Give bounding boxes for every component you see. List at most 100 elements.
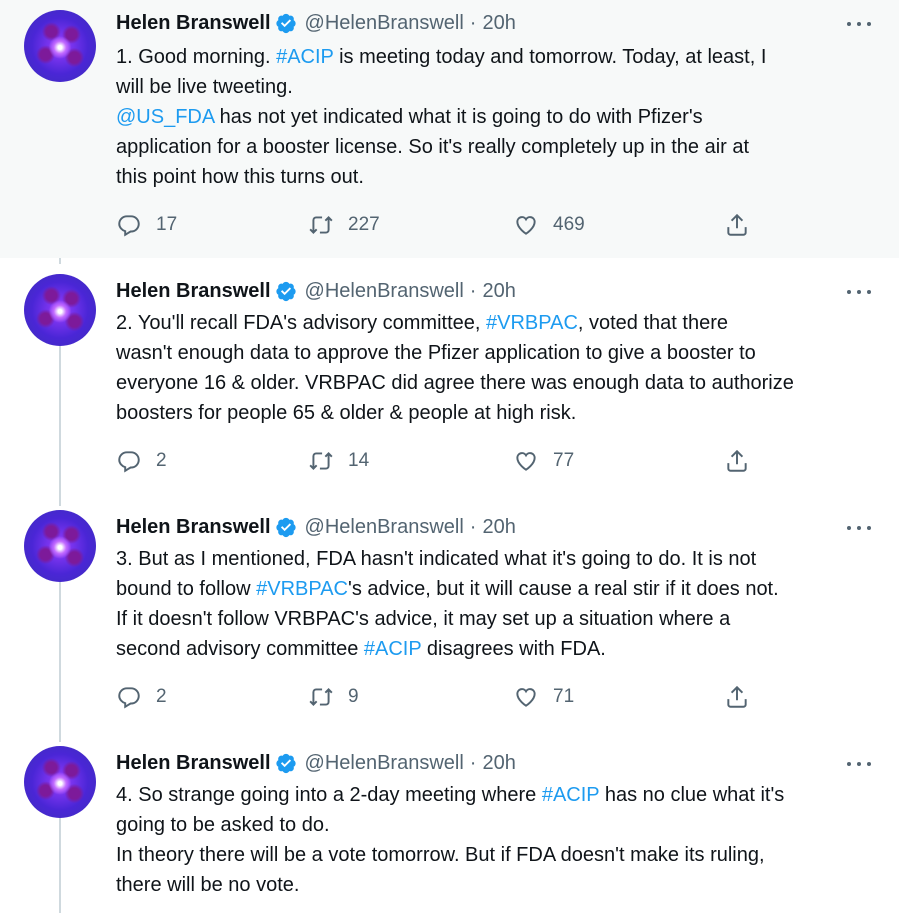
share-button[interactable] bbox=[724, 445, 750, 477]
author-handle[interactable]: @HelenBranswell bbox=[305, 516, 464, 539]
hashtag-link[interactable]: #VRBPAC bbox=[486, 312, 578, 334]
verified-badge-icon bbox=[275, 281, 296, 302]
share-button[interactable] bbox=[724, 681, 750, 713]
tweet-text-line: @US_FDA has not yet indicated what it is… bbox=[116, 102, 876, 132]
text-segment: boosters for people 65 & older & people … bbox=[116, 402, 577, 424]
author-handle[interactable]: @HelenBranswell bbox=[305, 12, 464, 35]
avatar[interactable] bbox=[24, 274, 96, 346]
text-segment: , voted that there bbox=[577, 312, 728, 334]
tweet-actions: 17 227 469 bbox=[116, 209, 776, 241]
hashtag-link[interactable]: #VRBPAC bbox=[256, 578, 348, 600]
tweet-text-line: In theory there will be a vote tomorrow.… bbox=[116, 840, 876, 870]
avatar[interactable] bbox=[24, 10, 96, 82]
text-segment: everyone 16 & older. VRBPAC did agree th… bbox=[116, 372, 794, 394]
tweet-text-line: 4. So strange going into a 2-day meeting… bbox=[116, 780, 876, 810]
text-segment: 4. So strange going into a 2-day meeting… bbox=[116, 784, 542, 806]
hashtag-link[interactable]: #ACIP bbox=[364, 638, 421, 660]
tweet-text-line: bound to follow #VRBPAC's advice, but it… bbox=[116, 574, 876, 604]
text-segment: bound to follow bbox=[116, 578, 257, 600]
author-handle[interactable]: @HelenBranswell bbox=[305, 752, 464, 775]
separator-dot: · bbox=[469, 11, 477, 34]
avatar[interactable] bbox=[24, 746, 96, 818]
more-icon[interactable] bbox=[847, 16, 871, 32]
author-name[interactable]: Helen Branswell bbox=[116, 752, 271, 775]
text-segment: 2. You'll recall FDA's advisory committe… bbox=[116, 312, 486, 334]
reply-count: 17 bbox=[156, 214, 178, 235]
reply-button[interactable]: 2 bbox=[116, 681, 167, 713]
text-segment: this point how this turns out. bbox=[116, 166, 364, 188]
tweet-actions: 2 9 71 bbox=[116, 681, 776, 713]
more-icon[interactable] bbox=[847, 756, 871, 772]
retweet-button[interactable]: 227 bbox=[308, 209, 380, 241]
tweet[interactable]: Helen Branswell @HelenBranswell · 20h 3.… bbox=[0, 494, 899, 730]
tweet-text-line: going to be asked to do. bbox=[116, 810, 876, 840]
share-icon bbox=[727, 685, 747, 708]
text-segment: wasn't enough data to approve the Pfizer… bbox=[116, 342, 756, 364]
reply-button[interactable]: 2 bbox=[116, 445, 167, 477]
tweet-header: Helen Branswell @HelenBranswell · 20h bbox=[116, 748, 516, 778]
tweet-header: Helen Branswell @HelenBranswell · 20h bbox=[116, 512, 516, 542]
tweet-header: Helen Branswell @HelenBranswell · 20h bbox=[116, 276, 516, 306]
retweet-button[interactable]: 14 bbox=[308, 445, 369, 477]
tweet-timestamp[interactable]: 20h bbox=[482, 516, 515, 539]
like-button[interactable]: 469 bbox=[513, 209, 585, 241]
avatar[interactable] bbox=[24, 510, 96, 582]
text-segment: 's advice, but it will cause a real stir… bbox=[348, 578, 779, 600]
like-count: 71 bbox=[553, 686, 575, 707]
like-icon bbox=[516, 452, 536, 471]
text-segment: second advisory committee bbox=[116, 638, 364, 660]
text-segment: 1. Good morning. bbox=[116, 46, 277, 68]
tweet-text-line: boosters for people 65 & older & people … bbox=[116, 398, 876, 428]
retweet-button[interactable]: 9 bbox=[308, 681, 359, 713]
text-segment: 3. But as I mentioned, FDA hasn't indica… bbox=[116, 548, 757, 570]
tweet[interactable]: Helen Branswell @HelenBranswell · 20h 1.… bbox=[0, 0, 899, 258]
text-segment: If it doesn't follow VRBPAC's advice, it… bbox=[116, 608, 731, 630]
like-icon bbox=[516, 216, 536, 235]
like-count: 77 bbox=[553, 450, 575, 471]
retweet-count: 9 bbox=[348, 686, 359, 707]
tweet-text: 3. But as I mentioned, FDA hasn't indica… bbox=[116, 544, 876, 664]
tweet-timestamp[interactable]: 20h bbox=[482, 752, 515, 775]
author-handle[interactable]: @HelenBranswell bbox=[305, 280, 464, 303]
tweet-thread: Helen Branswell @HelenBranswell · 20h 1.… bbox=[0, 0, 899, 913]
separator-dot: · bbox=[469, 279, 477, 302]
tweet[interactable]: Helen Branswell @HelenBranswell · 20h 2.… bbox=[0, 258, 899, 494]
tweet[interactable]: Helen Branswell @HelenBranswell · 20h 4.… bbox=[0, 730, 899, 913]
tweet-text-line: wasn't enough data to approve the Pfizer… bbox=[116, 338, 876, 368]
retweet-count: 14 bbox=[348, 450, 370, 471]
more-icon[interactable] bbox=[847, 520, 871, 536]
tweet-text-line: If it doesn't follow VRBPAC's advice, it… bbox=[116, 604, 876, 634]
like-button[interactable]: 71 bbox=[513, 681, 574, 713]
tweet-text-line: everyone 16 & older. VRBPAC did agree th… bbox=[116, 368, 876, 398]
hashtag-link[interactable]: #ACIP bbox=[276, 46, 333, 68]
text-segment: application for a booster license. So it… bbox=[116, 136, 750, 158]
tweet-actions: 2 14 77 bbox=[116, 445, 776, 477]
reply-icon bbox=[118, 687, 140, 709]
hashtag-link[interactable]: #ACIP bbox=[542, 784, 599, 806]
author-name[interactable]: Helen Branswell bbox=[116, 12, 271, 35]
tweet-text: 2. You'll recall FDA's advisory committe… bbox=[116, 308, 876, 428]
tweet-text-line: application for a booster license. So it… bbox=[116, 132, 876, 162]
reply-button[interactable]: 17 bbox=[116, 209, 177, 241]
tweet-timestamp[interactable]: 20h bbox=[482, 280, 515, 303]
share-icon bbox=[727, 449, 747, 472]
author-name[interactable]: Helen Branswell bbox=[116, 280, 271, 303]
separator-dot: · bbox=[469, 515, 477, 538]
tweet-text-line: there will be no vote. bbox=[116, 870, 876, 900]
text-segment: disagrees with FDA. bbox=[421, 638, 606, 660]
verified-badge-icon bbox=[275, 517, 296, 538]
mention-link[interactable]: @US_FDA bbox=[116, 106, 214, 128]
tweet-text-line: second advisory committee #ACIP disagree… bbox=[116, 634, 876, 664]
text-segment: is meeting today and tomorrow. Today, at… bbox=[333, 46, 767, 68]
reply-count: 2 bbox=[156, 450, 167, 471]
verified-badge-icon bbox=[275, 753, 296, 774]
author-name[interactable]: Helen Branswell bbox=[116, 516, 271, 539]
retweet-count: 227 bbox=[348, 214, 380, 235]
like-button[interactable]: 77 bbox=[513, 445, 574, 477]
reply-icon bbox=[118, 451, 140, 473]
tweet-timestamp[interactable]: 20h bbox=[482, 12, 515, 35]
text-segment: going to be asked to do. bbox=[116, 814, 330, 836]
separator-dot: · bbox=[469, 751, 477, 774]
more-icon[interactable] bbox=[847, 284, 871, 300]
share-button[interactable] bbox=[724, 209, 750, 241]
